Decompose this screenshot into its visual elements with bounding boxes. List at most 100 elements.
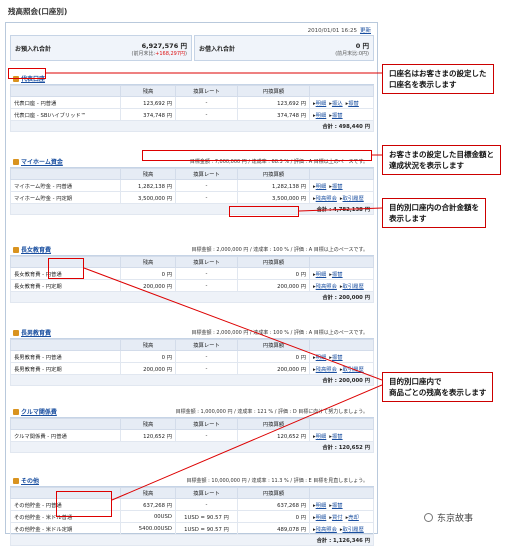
actions-cell: ▸残高照会 ▸取引履歴 [309,362,374,375]
product-name: その他貯金 - 米ドル定期 [10,522,121,535]
action-link[interactable]: 明細 [316,503,327,509]
column-header: 円換算額 [237,487,310,499]
action-link[interactable]: 明細 [316,113,327,119]
action-link[interactable]: 明細 [316,272,327,278]
product-name: マイホーム貯金 - 円定期 [10,191,121,204]
yen-cell: 637,268 円 [237,498,310,511]
action-link[interactable]: 残高照会 [316,527,337,533]
action-link[interactable]: 明細 [316,515,327,521]
balance-cell: 3,500,000 円 [120,191,176,204]
actions-cell: ▸明細 ▸振替 [309,429,374,442]
product-name: 長女教育費 - 円定期 [10,279,121,292]
table-row: 長女教育費 - 円定期 200,000 円 -200,000 円 ▸残高照会 ▸取引履歴 [10,279,374,292]
goal-text: 目標金額 : 1,000,000 円 / 達成率 : 121 % / 評価 : … [175,409,368,415]
action-link[interactable]: 明細 [316,184,327,190]
column-header: 残高 [120,256,176,268]
actions-cell: ▸明細 ▸買付 ▸売却 [309,510,374,523]
action-link[interactable]: 振替 [332,434,343,440]
rate-cell: - [175,498,238,511]
action-link[interactable]: 振替 [332,355,343,361]
highlight-total [229,206,299,217]
section-total: 合計 : 200,000 円 [10,291,374,303]
total-row: 合計 : 200,000 円 [10,291,374,303]
action-link[interactable]: 取引履歴 [343,284,364,290]
timestamp: 2010/01/01 16:25 [307,28,357,34]
action-link[interactable]: 残高照会 [316,284,337,290]
column-header [10,418,121,430]
action-link[interactable]: 残高照会 [316,367,337,373]
rate-cell: - [175,267,238,280]
balance-cell: 200,000 円 [120,279,176,292]
action-link[interactable]: 取引履歴 [343,527,364,533]
section-title[interactable]: 長男教育費 [13,328,51,337]
balance-cell: 00USD [120,510,176,523]
rate-cell: - [175,191,238,204]
action-link[interactable]: 振込 [332,101,343,107]
folder-icon [13,330,19,336]
update-link[interactable]: 更新 [360,28,371,34]
action-link[interactable]: 明細 [316,355,327,361]
action-link[interactable]: 振替 [332,503,343,509]
section-3: 長男教育費 目標金額 : 2,000,000 円 / 達成率 : 100 % / … [10,325,374,386]
table-row: その他貯金 - 米ドル定期 5400.00USD 1USD = 90.57 円 489… [10,522,374,535]
action-link[interactable]: 振替 [332,272,343,278]
account-table: 残高 換算レート 円換算額 クルマ関係費 - 円普通 120,652 円 -120,652… [10,418,374,453]
actions-cell: ▸明細 ▸振替 [309,350,374,363]
actions-cell: ▸明細 ▸振込 ▸振替 [309,96,374,109]
total-row: 合計 : 498,440 円 [10,120,374,132]
total-row: 合計 : 4,782,138 円 [10,203,374,215]
highlight-products-1 [48,258,84,279]
column-header [309,418,374,430]
product-name: マイホーム貯金 - 円普通 [10,179,121,192]
action-link[interactable]: 売却 [348,515,359,521]
action-link[interactable]: 取引履歴 [343,196,364,202]
highlight-goal [142,150,372,161]
section-title[interactable]: クルマ関係費 [13,407,57,416]
column-header [309,168,374,180]
column-header: 換算レート [175,256,238,268]
column-header: 円換算額 [237,256,310,268]
actions-cell: ▸残高照会 ▸取引履歴 [309,522,374,535]
section-title[interactable]: 長女教育費 [13,245,51,254]
column-header: 残高 [120,418,176,430]
goal-text: 目標金額 : 2,000,000 円 / 達成率 : 100 % / 評価 : … [191,247,369,253]
callout-account-name: 口座名はお客さまの設定した 口座名を表示します [382,64,494,94]
action-link[interactable]: 取引履歴 [343,367,364,373]
column-header [309,339,374,351]
rate-cell: - [175,108,238,121]
yen-cell: 1,282,138 円 [237,179,310,192]
callout-goal: お客さまの設定した目標金額と 達成状況を表示します [382,145,501,175]
yen-cell: 0 円 [237,350,310,363]
action-link[interactable]: 明細 [316,101,327,107]
section-title[interactable]: その他 [13,476,39,485]
yen-cell: 123,692 円 [237,96,310,109]
section-title[interactable]: マイホーム資金 [13,157,63,166]
folder-icon [13,409,19,415]
yen-cell: 200,000 円 [237,362,310,375]
action-link[interactable]: 残高照会 [316,196,337,202]
actions-cell: ▸明細 ▸振替 [309,498,374,511]
table-header: 残高 換算レート 円換算額 [10,168,374,180]
highlight-account-name [8,68,46,79]
action-link[interactable]: 買付 [332,515,343,521]
balance-cell: 200,000 円 [120,362,176,375]
table-row: 代表口座 - SBIハイブリッド™ 374,748 円 -374,748 円 ▸明細 ▸… [10,108,374,121]
actions-cell: ▸残高照会 ▸取引履歴 [309,279,374,292]
action-link[interactable]: 振替 [348,101,359,107]
column-header: 円換算額 [237,85,310,97]
yen-cell: 0 円 [237,510,310,523]
column-header: 残高 [120,339,176,351]
product-name: クルマ関係費 - 円普通 [10,429,121,442]
highlight-products-2 [56,491,112,517]
section-header: クルマ関係費 目標金額 : 1,000,000 円 / 達成率 : 121 % /… [10,404,374,418]
folder-icon [13,247,19,253]
action-link[interactable]: 振替 [332,113,343,119]
folder-icon [13,159,19,165]
product-name: 長男教育費 - 円定期 [10,362,121,375]
action-link[interactable]: 明細 [316,434,327,440]
watermark: 东京故事 [424,511,473,524]
section-total: 合計 : 4,782,138 円 [10,203,374,215]
section-0: 代表口座 残高 換算レート 円換算額 代表口座 - 円普通 123,692 円 -123,6… [10,71,374,132]
action-link[interactable]: 振替 [332,184,343,190]
total-row: 合計 : 1,126,346 円 [10,534,374,546]
